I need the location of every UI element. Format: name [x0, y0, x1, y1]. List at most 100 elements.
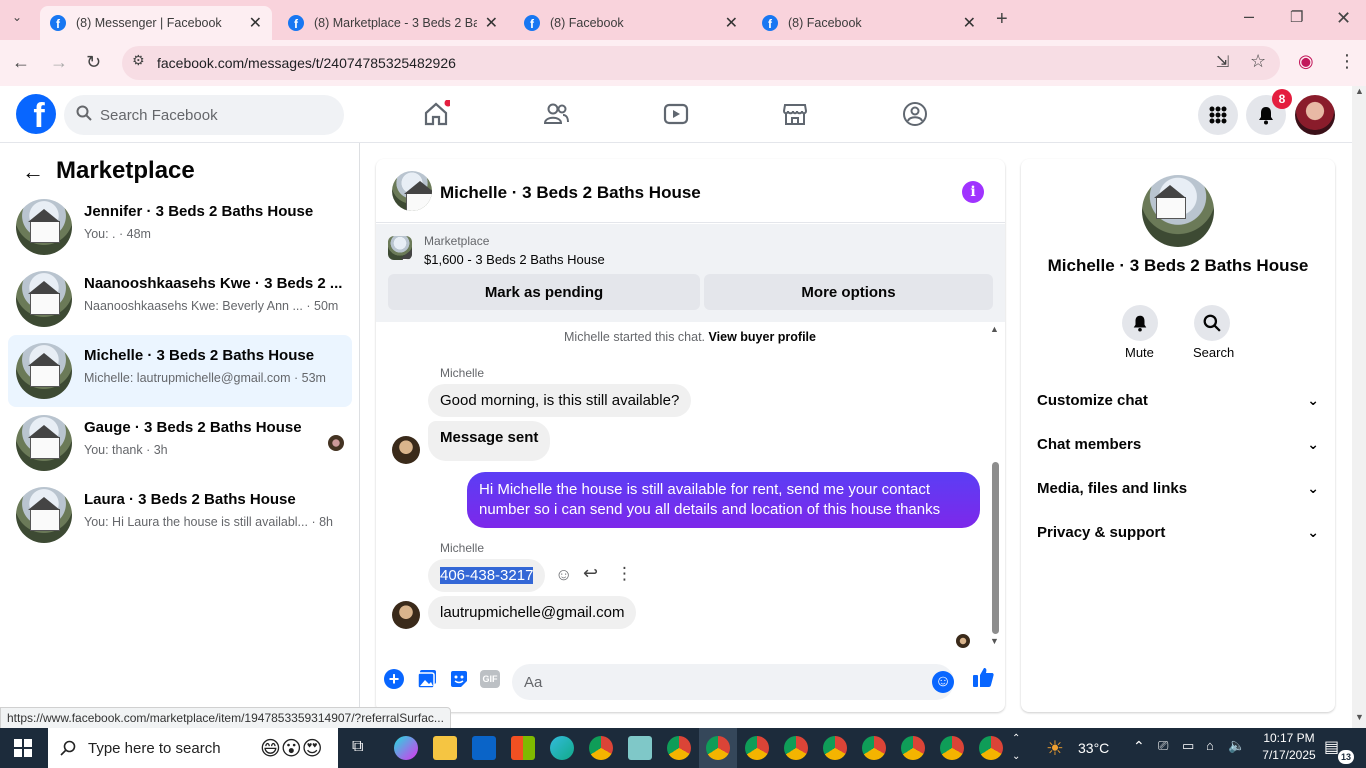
- thumbs-up-icon[interactable]: [972, 666, 994, 693]
- chrome-icon[interactable]: [589, 736, 613, 760]
- forward-icon[interactable]: →: [50, 52, 68, 73]
- sender-avatar[interactable]: [392, 436, 420, 464]
- chat-item-gauge[interactable]: Gauge · 3 Beds 2 Baths House You: thank …: [8, 407, 352, 479]
- app-icon[interactable]: [628, 736, 652, 760]
- more-options-button[interactable]: More options: [704, 274, 993, 310]
- notifications-button[interactable]: 8: [1246, 89, 1292, 135]
- tab-facebook-2[interactable]: f (8) Facebook ✕: [752, 6, 986, 40]
- search-in-chat-button[interactable]: [1194, 305, 1230, 341]
- sender-avatar[interactable]: [392, 601, 420, 629]
- view-buyer-profile-link[interactable]: View buyer profile: [709, 330, 816, 344]
- network-icon[interactable]: ⌂: [1206, 738, 1214, 753]
- taskbar-overflow-icon[interactable]: ⌃ ⌄: [1012, 730, 1020, 766]
- profile-icon[interactable]: ◉: [1298, 51, 1314, 72]
- task-view-icon[interactable]: ⧉: [352, 738, 363, 756]
- volume-icon[interactable]: 🔈: [1228, 737, 1245, 754]
- weather-temperature[interactable]: 33°C: [1078, 740, 1109, 756]
- message-bubble-outgoing[interactable]: Hi Michelle the house is still available…: [467, 472, 980, 528]
- message-input[interactable]: Aa ☺: [512, 664, 954, 700]
- chrome-profile-icon[interactable]: [745, 736, 769, 760]
- address-bar[interactable]: ⚙ facebook.com/messages/t/24074785325482…: [122, 46, 1280, 80]
- maximize-icon[interactable]: ❐: [1290, 8, 1303, 26]
- clock-time[interactable]: 10:17 PM: [1258, 731, 1320, 745]
- mute-button[interactable]: [1122, 305, 1158, 341]
- chat-item-naanooshkaasehs[interactable]: Naanooshkaasehs Kwe · 3 Beds 2 ... Naano…: [8, 263, 352, 335]
- add-icon[interactable]: +: [384, 669, 404, 689]
- file-explorer-icon[interactable]: [433, 736, 457, 760]
- close-tab-icon[interactable]: ✕: [485, 13, 498, 33]
- battery-icon[interactable]: ▭: [1182, 738, 1194, 754]
- reply-icon[interactable]: ↩: [583, 563, 598, 584]
- store-icon[interactable]: [511, 736, 535, 760]
- message-bubble-phone[interactable]: 406-438-3217: [428, 559, 546, 592]
- account-avatar[interactable]: [1295, 95, 1335, 135]
- site-info-icon[interactable]: ⚙: [132, 52, 145, 69]
- edge-icon[interactable]: [550, 736, 574, 760]
- message-bubble[interactable]: Message sent: [428, 421, 551, 461]
- windows-start-icon[interactable]: [14, 739, 32, 762]
- facebook-logo[interactable]: f: [16, 94, 56, 134]
- info-icon[interactable]: i: [962, 181, 984, 203]
- mark-pending-button[interactable]: Mark as pending: [388, 274, 700, 310]
- back-icon[interactable]: ←: [12, 52, 30, 73]
- bookmark-star-icon[interactable]: ☆: [1250, 51, 1266, 72]
- conversation-avatar[interactable]: [392, 171, 432, 211]
- conversation-title[interactable]: Michelle · 3 Beds 2 Baths House: [440, 183, 701, 203]
- minimize-icon[interactable]: –: [1244, 6, 1254, 27]
- message-bubble-email[interactable]: lautrupmichelle@gmail.com: [428, 596, 637, 629]
- facebook-search-input[interactable]: Search Facebook: [64, 95, 344, 135]
- browser-menu-icon[interactable]: ⋮: [1338, 51, 1356, 72]
- chrome-profile-icon[interactable]: [823, 736, 847, 760]
- emoji-icon[interactable]: ☺: [932, 671, 954, 693]
- notification-center-icon[interactable]: ▤: [1324, 737, 1339, 757]
- scroll-thumb[interactable]: [992, 462, 999, 634]
- close-tab-icon[interactable]: ✕: [249, 13, 262, 33]
- install-app-icon[interactable]: ⇲: [1216, 52, 1229, 72]
- new-tab-icon[interactable]: +: [996, 8, 1008, 31]
- reload-icon[interactable]: ↻: [86, 52, 101, 73]
- chat-members-section[interactable]: Chat members ⌄: [1037, 426, 1319, 462]
- menu-grid-button[interactable]: [1198, 95, 1238, 135]
- listing-title[interactable]: $1,600 - 3 Beds 2 Baths House: [424, 252, 605, 267]
- customize-chat-section[interactable]: Customize chat ⌄: [1037, 382, 1319, 418]
- marketplace-icon[interactable]: [781, 100, 809, 128]
- tab-marketplace[interactable]: f (8) Marketplace - 3 Beds 2 Bath ✕: [278, 6, 508, 40]
- home-icon[interactable]: [422, 99, 452, 128]
- privacy-support-section[interactable]: Privacy & support ⌄: [1037, 514, 1319, 550]
- photo-icon[interactable]: [417, 669, 437, 694]
- more-actions-icon[interactable]: ⋮: [616, 564, 633, 584]
- message-scrollbar[interactable]: ▲ ▼: [990, 324, 1000, 646]
- sticker-icon[interactable]: [449, 669, 469, 694]
- chat-info-avatar[interactable]: [1142, 175, 1214, 247]
- react-smiley-icon[interactable]: ☺: [555, 565, 572, 585]
- close-tab-icon[interactable]: ✕: [725, 13, 738, 33]
- chat-item-michelle[interactable]: Michelle · 3 Beds 2 Baths House Michelle…: [8, 335, 352, 407]
- back-arrow-icon[interactable]: ←: [22, 159, 44, 185]
- close-window-icon[interactable]: ✕: [1336, 8, 1351, 29]
- taskbar-search-input[interactable]: Type here to search 😄😮😍: [48, 728, 338, 768]
- tab-search-icon[interactable]: ⌄: [12, 10, 22, 24]
- chrome-profile-icon[interactable]: [862, 736, 886, 760]
- media-files-links-section[interactable]: Media, files and links ⌄: [1037, 470, 1319, 506]
- chrome-profile-icon[interactable]: [901, 736, 925, 760]
- page-scrollbar[interactable]: ▲ ▼: [1352, 86, 1366, 728]
- gif-icon[interactable]: GIF: [480, 670, 500, 688]
- message-bubble[interactable]: Good morning, is this still available?: [428, 384, 692, 417]
- tab-messenger[interactable]: f (8) Messenger | Facebook ✕: [40, 6, 272, 40]
- chrome-profile-icon[interactable]: [784, 736, 808, 760]
- friends-icon[interactable]: [542, 100, 570, 128]
- chat-item-jennifer[interactable]: Jennifer · 3 Beds 2 Baths House You: . ·…: [8, 191, 352, 263]
- chrome-profile-icon[interactable]: [940, 736, 964, 760]
- listing-thumbnail[interactable]: [388, 236, 412, 260]
- close-tab-icon[interactable]: ✕: [963, 13, 976, 33]
- chrome-profile-icon[interactable]: [979, 736, 1003, 760]
- chrome-profile-icon[interactable]: [667, 736, 691, 760]
- weather-icon[interactable]: ☀: [1046, 736, 1064, 761]
- copilot-app-icon[interactable]: [394, 736, 418, 760]
- chat-item-laura[interactable]: Laura · 3 Beds 2 Baths House You: Hi Lau…: [8, 479, 352, 551]
- meet-now-icon[interactable]: ⎚: [1158, 738, 1168, 754]
- groups-icon[interactable]: [901, 100, 929, 128]
- chrome-profile-icon[interactable]: [706, 736, 730, 760]
- tab-facebook-1[interactable]: f (8) Facebook ✕: [514, 6, 748, 40]
- video-icon[interactable]: [662, 100, 690, 128]
